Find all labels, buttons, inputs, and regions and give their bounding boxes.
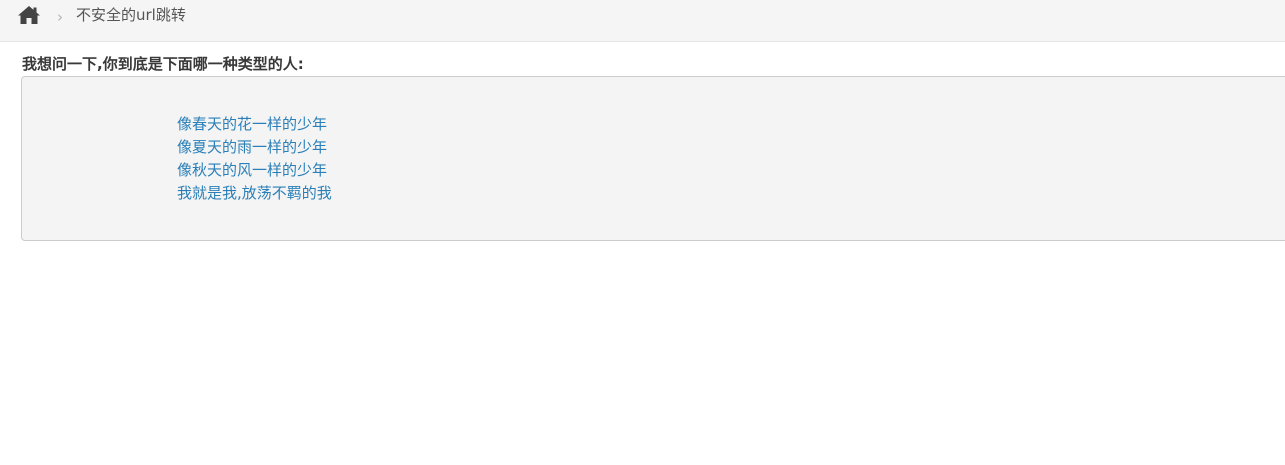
- option-link-autumn[interactable]: 像秋天的风一样的少年: [177, 159, 332, 182]
- question-text: 我想问一下,你到底是下面哪一种类型的人:: [22, 55, 304, 73]
- breadcrumb-separator: ›: [57, 8, 63, 26]
- option-link-summer[interactable]: 像夏天的雨一样的少年: [177, 136, 332, 159]
- home-icon[interactable]: [17, 5, 41, 25]
- option-link-myself[interactable]: 我就是我,放荡不羁的我: [177, 182, 332, 205]
- option-link-spring[interactable]: 像春天的花一样的少年: [177, 113, 332, 136]
- options-panel: 像春天的花一样的少年 像夏天的雨一样的少年 像秋天的风一样的少年 我就是我,放荡…: [21, 76, 1285, 241]
- options-list: 像春天的花一样的少年 像夏天的雨一样的少年 像秋天的风一样的少年 我就是我,放荡…: [177, 113, 332, 205]
- breadcrumb: › 不安全的url跳转: [0, 0, 1285, 42]
- breadcrumb-current-page: 不安全的url跳转: [76, 6, 186, 24]
